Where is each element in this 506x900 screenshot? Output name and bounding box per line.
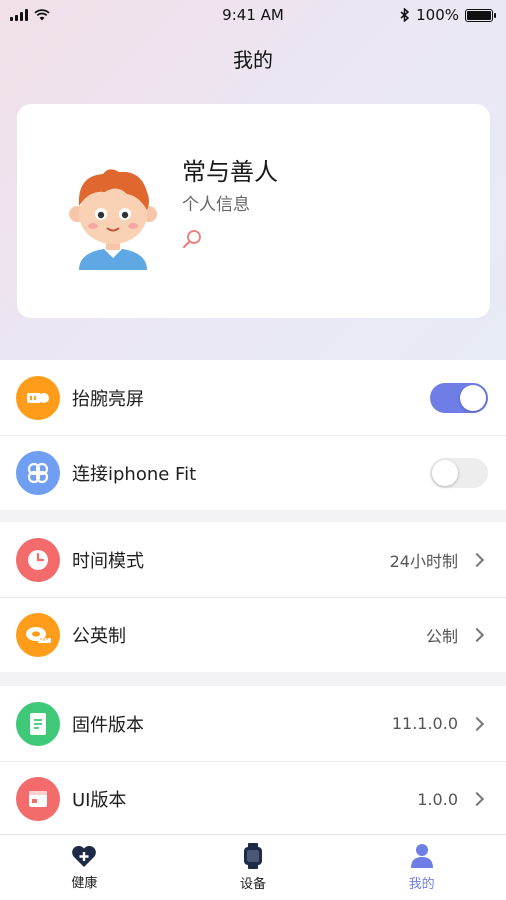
watch-icon	[243, 843, 262, 869]
setting-label: 固件版本	[72, 714, 144, 736]
tab-label: 设备	[239, 877, 266, 892]
avatar	[69, 169, 157, 270]
chevron-right-icon	[469, 552, 485, 567]
window-icon	[16, 777, 60, 821]
clock-icon	[16, 537, 60, 582]
profile-info-link[interactable]: 个人信息	[182, 190, 250, 215]
tape-measure-icon	[16, 613, 60, 657]
ui-version-value: 1.0.0	[417, 789, 458, 809]
setting-label: 连接iphone Fit	[72, 464, 197, 485]
chevron-right-icon	[469, 627, 485, 643]
chevron-right-icon	[469, 791, 485, 807]
tab-label: 健康	[71, 876, 98, 891]
status-bar: 9:41 AM 100%	[0, 0, 506, 30]
format-settings-group: 时间模式 24小时制 公英制 公制	[0, 522, 506, 672]
tab-bar: 健康 设备 我的	[0, 834, 506, 900]
tab-device[interactable]: 设备	[193, 843, 313, 892]
profile-card[interactable]: 常与善人 个人信息	[17, 104, 490, 318]
document-icon	[16, 701, 60, 746]
heart-plus-icon	[72, 845, 97, 867]
version-settings-group: 固件版本 11.1.0.0 UI版本 1.0.0	[0, 686, 506, 836]
raise-wrist-toggle[interactable]	[430, 382, 488, 413]
setting-unit-system[interactable]: 公英制 公制	[0, 597, 506, 672]
setting-label: UI版本	[72, 790, 127, 811]
setting-raise-wrist[interactable]: 抬腕亮屏	[0, 360, 506, 435]
chevron-right-icon	[469, 716, 485, 731]
watch-wake-icon	[16, 375, 60, 420]
page-title: 我的	[233, 48, 273, 72]
person-icon	[410, 844, 433, 868]
tab-me[interactable]: 我的	[362, 843, 482, 892]
setting-time-mode[interactable]: 时间模式 24小时制	[0, 522, 506, 597]
unit-system-value: 公制	[425, 627, 458, 646]
firmware-version-value: 11.1.0.0	[391, 714, 458, 733]
search-icon[interactable]	[181, 228, 203, 250]
setting-label: 抬腕亮屏	[72, 388, 144, 410]
link-knot-icon	[16, 451, 60, 495]
time-mode-value: 24小时制	[389, 551, 458, 571]
connect-fit-toggle[interactable]	[430, 458, 488, 488]
tab-health[interactable]: 健康	[24, 844, 144, 891]
setting-label: 时间模式	[72, 550, 144, 572]
setting-ui-version[interactable]: UI版本 1.0.0	[0, 761, 506, 836]
setting-firmware-version[interactable]: 固件版本 11.1.0.0	[0, 686, 506, 761]
profile-name: 常与善人	[182, 158, 278, 186]
setting-label: 公英制	[72, 626, 126, 647]
status-time: 9:41 AM	[222, 6, 284, 24]
toggle-settings-group: 抬腕亮屏 连接iphone Fit	[0, 360, 506, 510]
setting-connect-fit[interactable]: 连接iphone Fit	[0, 435, 506, 510]
tab-label: 我的	[408, 877, 435, 892]
